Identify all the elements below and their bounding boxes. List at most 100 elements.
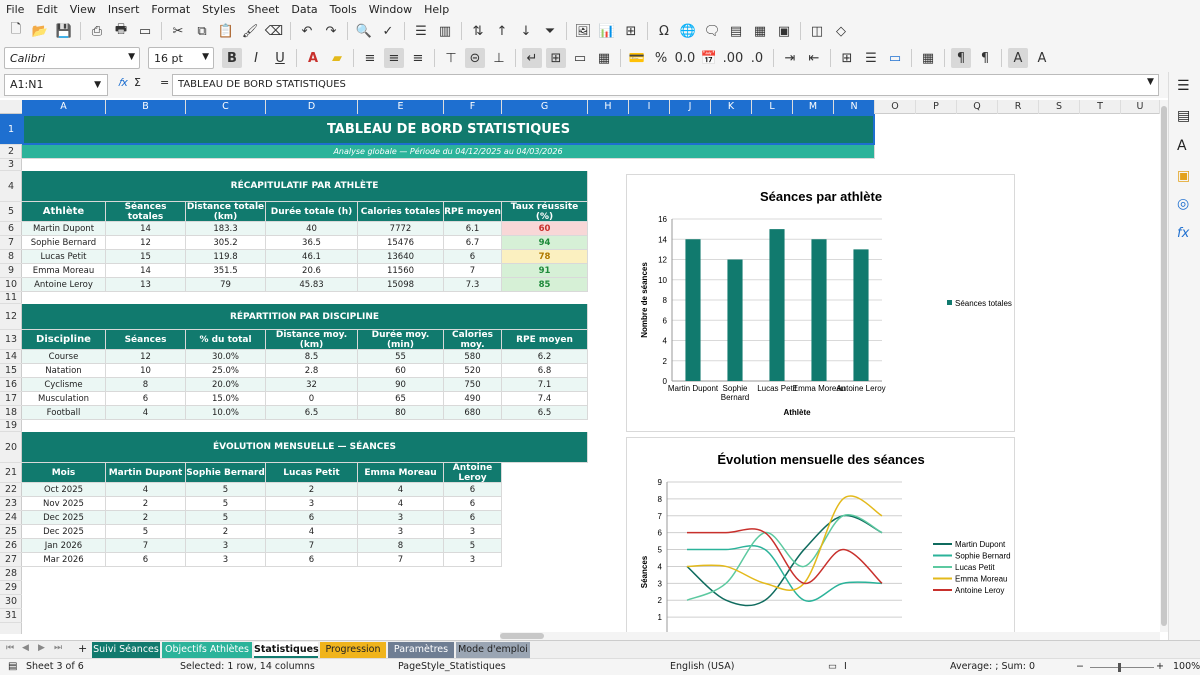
monthly-cell[interactable]: Mar 2026 <box>22 553 106 567</box>
font-color-icon[interactable]: A <box>303 48 323 68</box>
clone-formatting-icon[interactable]: 🖌 <box>240 21 260 41</box>
sum-display[interactable]: Average: ; Sum: 0 <box>950 661 1035 672</box>
monthly-cell[interactable]: 6 <box>444 483 502 497</box>
row-header-21[interactable]: 21 <box>0 463 22 483</box>
discipline-cell[interactable]: 7.1 <box>502 378 588 392</box>
discipline-cell[interactable]: 32 <box>266 378 358 392</box>
sheet-nav-last-icon[interactable]: ⏭ <box>54 643 62 653</box>
discipline-cell[interactable]: 8.5 <box>266 350 358 364</box>
align-right-icon[interactable]: ≡ <box>408 48 428 68</box>
recap-col-header[interactable]: Calories totales <box>358 202 444 222</box>
merge-center-icon[interactable]: ⊞ <box>546 48 566 68</box>
column-header-L[interactable]: L <box>752 100 793 114</box>
italic-icon[interactable]: I <box>246 48 266 68</box>
row-header-1[interactable]: 1 <box>0 114 22 145</box>
monthly-cell[interactable]: 3 <box>266 497 358 511</box>
discipline-cell[interactable]: 12 <box>106 350 186 364</box>
sort-ascending-icon[interactable]: ↑ <box>492 21 512 41</box>
copy-icon[interactable]: ⧉ <box>192 21 212 41</box>
discipline-cell[interactable]: 30.0% <box>186 350 266 364</box>
bar-chart[interactable]: Séances par athlète 0 2 4 6 8 10 12 14 16 Martin D… <box>626 174 1015 432</box>
recap-cell[interactable]: 7 <box>444 264 502 278</box>
discipline-cell[interactable]: 6.2 <box>502 350 588 364</box>
page-style[interactable]: PageStyle_Statistiques <box>398 661 506 672</box>
recap-cell[interactable]: 13 <box>106 278 186 292</box>
row-header-11[interactable]: 11 <box>0 292 22 304</box>
text-direction-rtl-icon[interactable]: ¶ <box>975 48 995 68</box>
row-header-2[interactable]: 2 <box>0 145 22 159</box>
delete-decimal-icon[interactable]: .0 <box>747 48 767 68</box>
discipline-cell[interactable]: 750 <box>444 378 502 392</box>
recap-cell[interactable]: 6.1 <box>444 222 502 236</box>
print-preview-icon[interactable]: ▭ <box>135 21 155 41</box>
recap-cell[interactable]: 13640 <box>358 250 444 264</box>
font-size-combo[interactable]: 16 pt ▼ <box>148 47 214 69</box>
sum-icon[interactable]: Σ <box>134 76 141 89</box>
monthly-cell[interactable]: 3 <box>186 539 266 553</box>
wrap-text-icon[interactable]: ↵ <box>522 48 542 68</box>
formula-equals-icon[interactable]: = <box>160 76 169 89</box>
number-format-icon[interactable]: 0.0 <box>675 48 696 68</box>
row-header-26[interactable]: 26 <box>0 539 22 553</box>
open-icon[interactable]: 📂 <box>30 21 50 41</box>
column-header-A[interactable]: A <box>22 100 106 114</box>
sheet-tab-5[interactable]: Mode d'emploi <box>456 642 530 658</box>
clear-formatting-icon[interactable]: ⌫ <box>264 21 284 41</box>
monthly-cell[interactable]: 7 <box>266 539 358 553</box>
discipline-cell[interactable]: 6.5 <box>266 406 358 420</box>
monthly-cell[interactable]: 7 <box>358 553 444 567</box>
discipline-cell[interactable]: 65 <box>358 392 444 406</box>
horizontal-scroll-thumb[interactable] <box>500 633 544 639</box>
column-header-E[interactable]: E <box>358 100 444 114</box>
row-header-6[interactable]: 6 <box>0 222 22 236</box>
currency-icon[interactable]: 💳 <box>627 48 647 68</box>
recap-col-header[interactable]: Durée totale (h) <box>266 202 358 222</box>
print-icon[interactable]: 🖶 <box>111 21 131 41</box>
recap-cell[interactable]: 7.3 <box>444 278 502 292</box>
find-replace-icon[interactable]: 🔍 <box>354 21 374 41</box>
discipline-cell[interactable]: 15.0% <box>186 392 266 406</box>
recap-cell[interactable]: Antoine Leroy <box>22 278 106 292</box>
align-top-icon[interactable]: ⊤ <box>441 48 461 68</box>
row-header-30[interactable]: 30 <box>0 595 22 609</box>
monthly-cell[interactable]: Dec 2025 <box>22 525 106 539</box>
row-header-7[interactable]: 7 <box>0 236 22 250</box>
discipline-cell[interactable]: 680 <box>444 406 502 420</box>
recap-col-header[interactable]: Taux réussite (%) <box>502 202 588 222</box>
discipline-cell[interactable]: 60 <box>358 364 444 378</box>
row-header-8[interactable]: 8 <box>0 250 22 264</box>
zoom-level[interactable]: 100% <box>1173 661 1200 672</box>
column-header-I[interactable]: I <box>629 100 670 114</box>
column-header-N[interactable]: N <box>834 100 875 114</box>
discipline-cell[interactable]: 2.8 <box>266 364 358 378</box>
recap-cell[interactable]: 91 <box>502 264 588 278</box>
recap-cell[interactable]: 14 <box>106 222 186 236</box>
line-series-2[interactable] <box>686 514 883 601</box>
row-header-20[interactable]: 20 <box>0 432 22 463</box>
recap-cell[interactable]: 6 <box>444 250 502 264</box>
recap-cell[interactable]: 351.5 <box>186 264 266 278</box>
discipline-col-header[interactable]: Calories moy. <box>444 330 502 350</box>
recap-cell[interactable]: Lucas Petit <box>22 250 106 264</box>
row-header-31[interactable]: 31 <box>0 609 22 623</box>
sidebar-menu-icon[interactable]: ☰ <box>1177 78 1190 94</box>
monthly-cell[interactable]: 6 <box>444 497 502 511</box>
recap-cell[interactable]: 305.2 <box>186 236 266 250</box>
bold-icon[interactable]: B <box>222 48 242 68</box>
monthly-cell[interactable]: 8 <box>358 539 444 553</box>
row-header-10[interactable]: 10 <box>0 278 22 292</box>
font-name-combo[interactable]: Calibri ▼ <box>4 47 140 69</box>
recap-cell[interactable]: 11560 <box>358 264 444 278</box>
discipline-heading[interactable]: RÉPARTITION PAR DISCIPLINE <box>22 304 588 330</box>
text-left-to-right-icon[interactable]: A <box>1008 48 1028 68</box>
row-header-14[interactable]: 14 <box>0 350 22 364</box>
sheet-nav-next-icon[interactable]: ▶ <box>38 643 45 653</box>
gallery-icon[interactable]: ▣ <box>1177 168 1190 184</box>
row-header-3[interactable]: 3 <box>0 159 22 171</box>
monthly-cell[interactable]: 6 <box>106 553 186 567</box>
row-icon[interactable]: ☰ <box>411 21 431 41</box>
align-center-icon[interactable]: ≡ <box>384 48 404 68</box>
name-box[interactable]: A1:N1 ▼ <box>4 74 108 96</box>
row-header-24[interactable]: 24 <box>0 511 22 525</box>
discipline-cell[interactable]: Musculation <box>22 392 106 406</box>
